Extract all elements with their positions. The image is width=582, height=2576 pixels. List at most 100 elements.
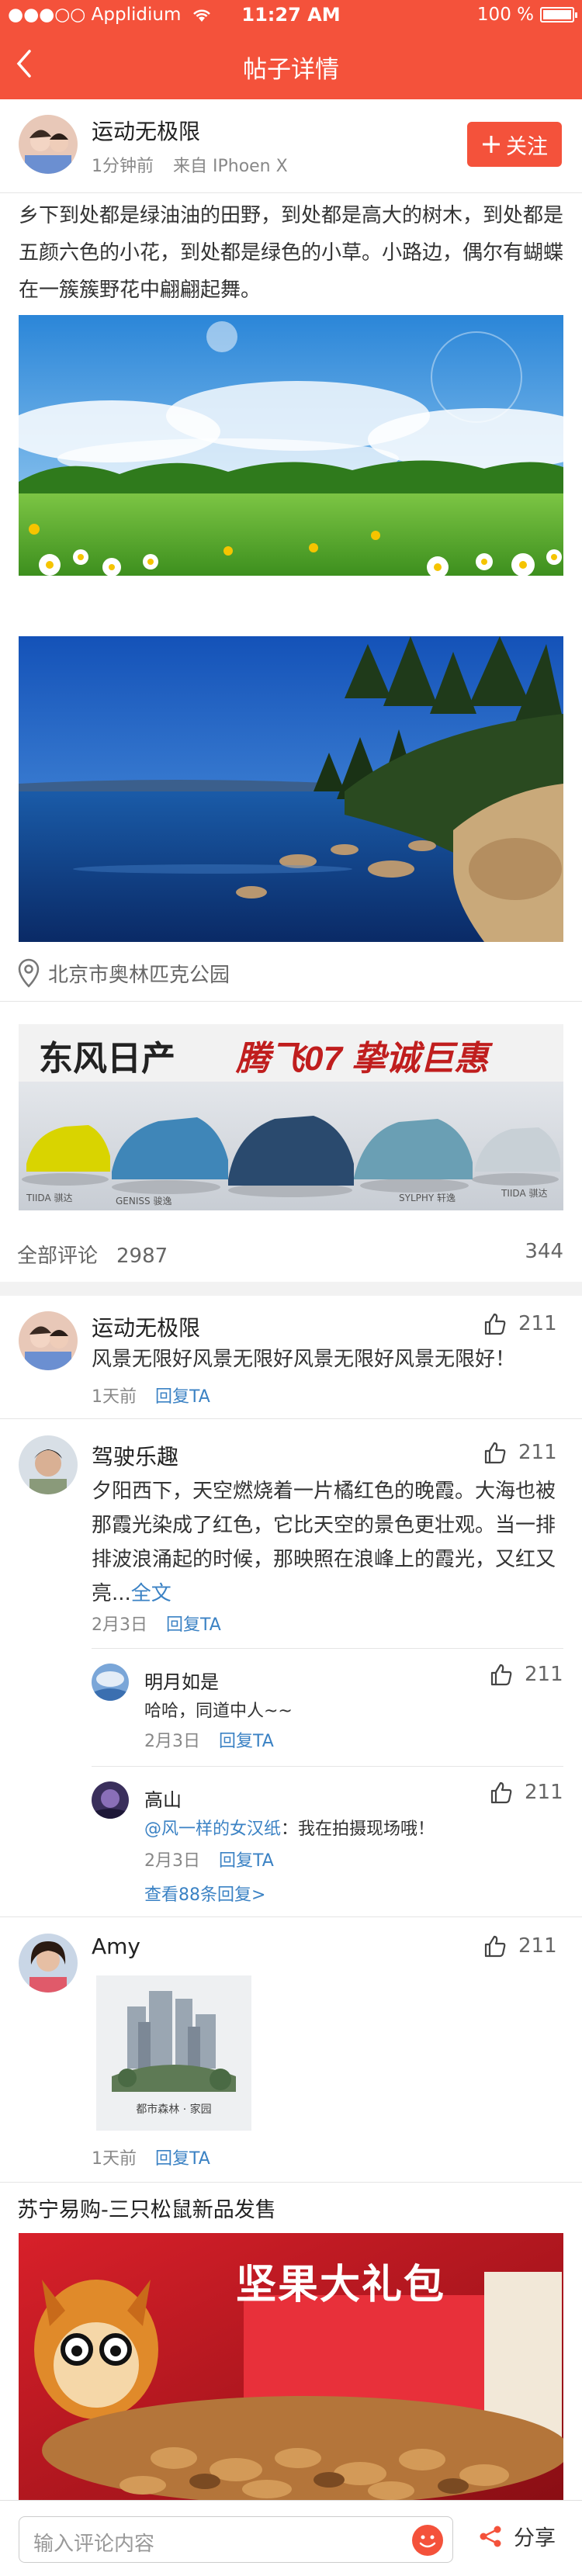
reply-text-block: @风一样的女汉纸：我在拍摄现场哦！ [144,1813,435,1847]
expand-full-link[interactable]: 全文 [131,1582,171,1605]
battery-percent: 100 % [476,5,534,25]
author-name[interactable]: 运动无极限 [92,115,200,146]
reply-avatar[interactable] [92,1781,129,1819]
like-count: 211 [525,1781,563,1804]
comment-author[interactable]: 运动无极限 [92,1311,200,1342]
like-button[interactable]: 211 [483,1440,557,1465]
page-title: 帖子详情 [243,56,339,84]
comment-text-block: 夕阳西下，天空燃烧着一片橘红色的晚霞。大海也被那霞光染成了红色，它比天空的景色更… [92,1474,562,1611]
comment-avatar[interactable] [19,1311,78,1370]
post-photo-lake[interactable] [19,636,563,942]
like-count: 211 [518,1441,557,1464]
comment-time: 1天前 [92,1387,137,1407]
divider [0,192,582,193]
promo-title[interactable]: 苏宁易购-三只松鼠新品发售 [17,2193,276,2223]
section-gap [0,1282,582,1296]
svg-text:TIIDA 骐达: TIIDA 骐达 [501,1188,547,1199]
post-time: 1分钟前 [92,157,154,176]
like-button[interactable]: 211 [483,1934,557,1958]
reply-button[interactable]: 回复TA [155,1387,210,1407]
promo-banner[interactable]: 坚果大礼包 [19,2233,563,2500]
comment-input-placeholder: 输入评论内容 [33,2533,155,2556]
comment-avatar[interactable] [19,1435,78,1494]
share-icon [480,2526,501,2547]
thumbs-up-icon [490,1664,512,1686]
reply-footer: 2月3日 回复TA [144,1727,274,1752]
status-bar: ●●●○○ Applidium 11:27 AM 100 % [0,0,582,31]
divider [92,1648,563,1649]
post-photo-meadow[interactable] [19,315,563,576]
comment-image-caption: 都市森林 · 家园 [136,2103,212,2116]
divider [0,1916,582,1917]
divider [0,1001,582,1002]
thumbs-up-icon [484,1313,506,1335]
svg-text:SYLPHY 轩逸: SYLPHY 轩逸 [399,1193,456,1203]
plus-icon [483,136,500,153]
thumbs-up-icon [484,1442,506,1464]
follow-button[interactable]: 关注 [467,122,562,167]
share-label: 分享 [514,2526,556,2550]
thumbs-up-icon [484,1935,506,1958]
location-pin-icon [18,958,40,988]
reply-avatar[interactable] [92,1664,129,1701]
share-button[interactable]: 分享 [478,2521,556,2551]
author-avatar[interactable] [19,115,78,174]
promo-banner-text: 坚果大礼包 [236,2263,446,2308]
post-meta: 1分钟前 来自 IPhoen X [92,152,288,177]
comments-label: 全部评论 [17,1245,99,1268]
divider [0,2182,582,2183]
comment-footer: 1天前 回复TA [92,1383,210,1407]
battery-indicator: 100 % [476,5,577,25]
view-more-replies-link[interactable]: 查看88条回复> [144,1881,265,1906]
like-count: 211 [525,1663,563,1686]
bottom-comment-bar: 输入评论内容 分享 [0,2500,582,2576]
reply-button[interactable]: 回复TA [166,1615,221,1635]
reply-footer: 2月3日 回复TA [144,1847,274,1871]
reply-time: 2月3日 [144,1851,200,1871]
reply-button[interactable]: 回复TA [219,1851,274,1871]
reply-text: ：我在拍摄现场哦！ [281,1819,435,1839]
ad-slogan-text: 腾飞07 挚诚巨惠 [236,1040,489,1078]
location-label: 北京市奥林匹克公园 [48,963,230,987]
like-button[interactable]: 211 [489,1662,563,1687]
follow-label: 关注 [506,134,548,159]
svg-text:TIIDA 骐达: TIIDA 骐达 [26,1193,72,1203]
comment-author[interactable]: Amy [92,1934,140,1959]
ad-banner[interactable]: TIIDA 骐达 GENISS 骏逸 SYLPHY 轩逸 TIIDA 骐达 东风日产 … [19,1024,563,1210]
nav-bar: 帖子详情 [0,31,582,99]
reply-text: 哈哈，同道中人~~ [144,1702,293,1721]
comment-author[interactable]: 驾驶乐趣 [92,1440,178,1471]
emoji-button[interactable] [412,2525,443,2556]
like-button[interactable]: 211 [483,1311,557,1336]
reply-author[interactable]: 高山 [144,1785,182,1812]
reply-button[interactable]: 回复TA [155,2149,210,2169]
battery-icon [540,7,577,23]
reply-button[interactable]: 回复TA [219,1732,274,1751]
smiley-icon [419,2535,436,2548]
comments-count: 2987 [116,1245,168,1268]
post-location[interactable]: 北京市奥林匹克公园 [17,958,230,988]
like-count: 211 [518,1934,557,1958]
comment-footer: 1天前 回复TA [92,2145,210,2169]
comments-right-count: 344 [525,1240,563,1263]
comment-image[interactable]: 都市森林 · 家园 [96,1975,251,2131]
svg-text:GENISS 骏逸: GENISS 骏逸 [116,1196,171,1207]
post-source: 来自 IPhoen X [173,157,288,176]
ad-brand-text: 东风日产 [39,1040,175,1078]
divider [0,1418,582,1419]
like-count: 211 [518,1312,557,1335]
comment-input[interactable]: 输入评论内容 [19,2516,453,2563]
comment-time: 1天前 [92,2149,137,2169]
post-body: 乡下到处都是绿油油的田野，到处都是高大的树木，到处都是五颜六色的小花，到处都是绿… [19,204,564,302]
reply-author[interactable]: 明月如是 [144,1667,219,1694]
reply-time: 2月3日 [144,1732,200,1751]
like-button[interactable]: 211 [489,1780,563,1805]
comment-footer: 2月3日 回复TA [92,1611,221,1636]
divider [92,1766,563,1767]
comment-avatar[interactable] [19,1934,78,1993]
comments-header: 全部评论 2987 [17,1240,168,1269]
mention-link[interactable]: @风一样的女汉纸 [144,1819,281,1839]
comment-text: 风景无限好风景无限好风景无限好风景无限好！ [92,1348,516,1371]
thumbs-up-icon [490,1781,512,1804]
comment-time: 2月3日 [92,1615,147,1635]
